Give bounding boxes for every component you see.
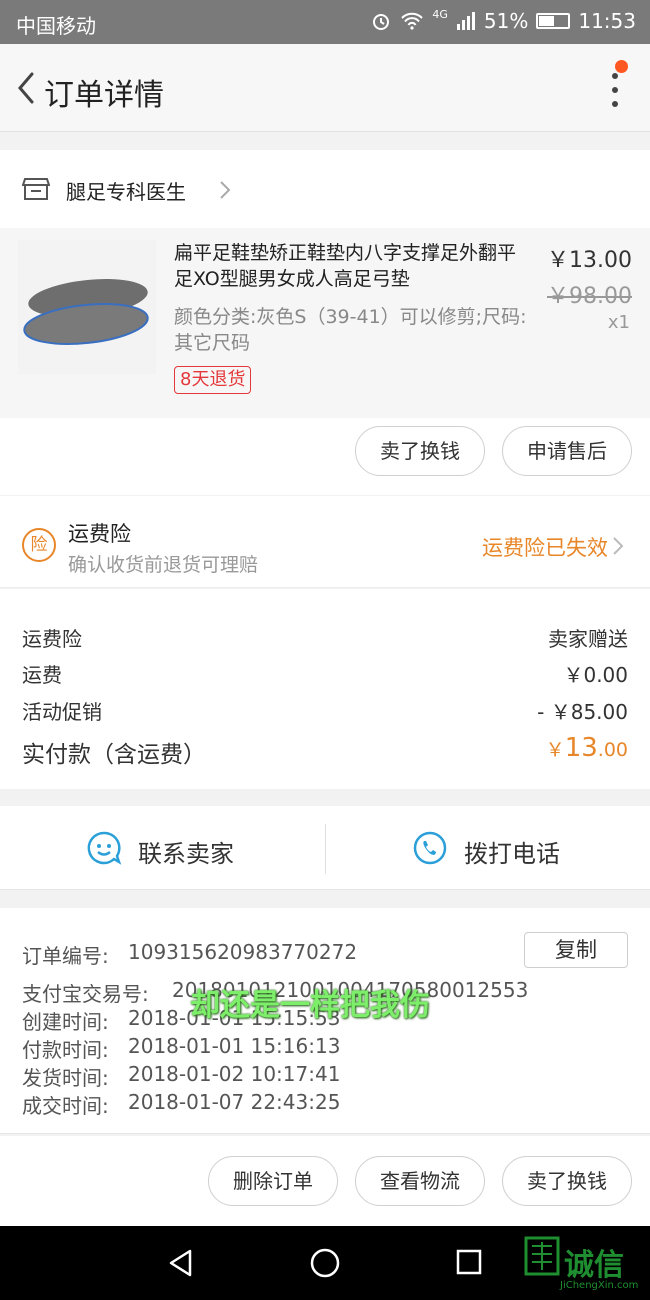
chevron-right-icon: [613, 537, 624, 555]
contact-seller-button[interactable]: 联系卖家: [0, 806, 325, 890]
battery-percent: 51%: [483, 9, 529, 33]
after-sales-button[interactable]: 申请售后: [502, 426, 632, 476]
product-row[interactable]: 扁平足鞋垫矫正鞋垫内八字支撑足外翻平足XO型腿男女成人高足弓垫 颜色分类:灰色S…: [0, 228, 650, 418]
insurance-title: 运费险: [68, 522, 131, 546]
contact-seller-label: 联系卖家: [138, 840, 234, 868]
call-phone-label: 拨打电话: [464, 840, 560, 868]
more-menu-icon[interactable]: [608, 70, 622, 110]
delete-order-button[interactable]: 删除订单: [208, 1156, 338, 1206]
alarm-icon: [373, 14, 390, 30]
completed-time-value: 2018-01-07 22:43:25: [128, 1090, 341, 1114]
seal-icon: [524, 1236, 560, 1276]
watermark-url: JiChengXin.com: [560, 1280, 639, 1291]
overlay-caption: 却还是一样把我伤: [190, 988, 430, 1023]
fee-summary: 运费险 卖家赠送 运费 ￥0.00 活动促销 - ￥85.00 实付款（含运费）…: [0, 589, 650, 789]
completed-time-label: 成交时间:: [22, 1094, 109, 1118]
product-original-price: ￥98.00: [547, 284, 632, 309]
fee-label: 活动促销: [22, 700, 102, 724]
sell-for-cash-button[interactable]: 卖了换钱: [355, 426, 485, 476]
page-title: 订单详情: [44, 78, 164, 113]
shipped-time-value: 2018-01-02 10:17:41: [128, 1062, 341, 1086]
network-type: 4G: [432, 7, 448, 21]
total-currency: ￥: [545, 739, 565, 761]
call-phone-button[interactable]: 拨打电话: [326, 806, 650, 890]
shop-row[interactable]: 腿足专科医生: [0, 150, 650, 228]
status-bar: 中国移动 4G 51% 11:53: [0, 0, 650, 44]
carrier-name: 中国移动: [16, 14, 96, 38]
product-spec: 颜色分类:灰色S（39-41）可以修剪;尺码:其它尺码: [174, 306, 527, 354]
system-nav-bar: 诚信 JiChengXin.com: [0, 1226, 650, 1300]
shop-name: 腿足专科医生: [66, 180, 186, 204]
paid-time-label: 付款时间:: [22, 1038, 109, 1062]
total-paid-label: 实付款（含运费）: [22, 742, 206, 768]
contact-bar: 联系卖家 拨打电话: [0, 806, 650, 890]
order-number-value: 109315620983770272: [128, 940, 358, 964]
view-logistics-button[interactable]: 查看物流: [355, 1156, 485, 1206]
order-number-label: 订单编号:: [22, 944, 109, 968]
shop-icon: [22, 178, 50, 200]
phone-icon: [413, 831, 447, 865]
product-title: 扁平足鞋垫矫正鞋垫内八字支撑足外翻平足XO型腿男女成人高足弓垫: [174, 242, 517, 290]
created-time-label: 创建时间:: [22, 1010, 109, 1034]
fee-value: ￥0.00: [563, 663, 628, 687]
fee-value: 卖家赠送: [548, 627, 628, 651]
product-price: ￥13.00: [547, 248, 632, 273]
insurance-badge-icon: 险: [22, 528, 56, 562]
status-icons: 4G 51% 11:53: [370, 7, 636, 33]
sell-for-cash-button[interactable]: 卖了换钱: [502, 1156, 632, 1206]
fee-label: 运费险: [22, 627, 82, 651]
return-policy-tag: 8天退货: [174, 366, 252, 394]
clock: 11:53: [578, 9, 636, 33]
nav-home-icon[interactable]: [309, 1247, 341, 1279]
bottom-action-bar: 删除订单 查看物流 卖了换钱: [0, 1136, 650, 1226]
notification-dot: [615, 60, 628, 73]
signal-icon: [456, 12, 475, 30]
wifi-icon: [401, 12, 424, 30]
chevron-right-icon: [220, 181, 231, 199]
watermark-text: 诚信: [564, 1248, 624, 1283]
battery-icon: [536, 13, 571, 29]
fee-label: 运费: [22, 663, 62, 687]
fee-value: - ￥85.00: [537, 700, 628, 724]
watermark-logo: 诚信 JiChengXin.com: [524, 1234, 644, 1296]
nav-back-icon[interactable]: [166, 1248, 196, 1278]
shipped-time-label: 发货时间:: [22, 1066, 109, 1090]
insurance-subtitle: 确认收货前退货可理赔: [68, 554, 259, 576]
alipay-trade-label: 支付宝交易号:: [22, 982, 149, 1006]
back-arrow-icon[interactable]: [8, 64, 48, 112]
product-quantity: x1: [607, 312, 630, 333]
insole-image-icon: [18, 240, 156, 374]
order-item-card: 腿足专科医生 扁平足鞋垫矫正鞋垫内八字支撑足外翻平足XO型腿男女成人高足弓垫 颜…: [0, 150, 650, 495]
chat-smile-icon: [87, 831, 122, 865]
nav-recents-icon[interactable]: [455, 1248, 483, 1276]
total-paid-amount: ￥13.00: [546, 733, 628, 763]
app-header: 订单详情: [0, 44, 650, 132]
order-info: 订单编号: 109315620983770272 复制 支付宝交易号: 2018…: [0, 908, 650, 1134]
total-integer: 13: [564, 733, 598, 763]
shipping-insurance-row[interactable]: 险 运费险 确认收货前退货可理赔 运费险已失效: [0, 496, 650, 588]
paid-time-value: 2018-01-01 15:16:13: [128, 1034, 341, 1058]
insurance-status: 运费险已失效: [482, 536, 608, 560]
total-decimal: .00: [597, 739, 628, 761]
copy-button[interactable]: 复制: [524, 932, 628, 968]
product-thumbnail[interactable]: [18, 240, 156, 374]
